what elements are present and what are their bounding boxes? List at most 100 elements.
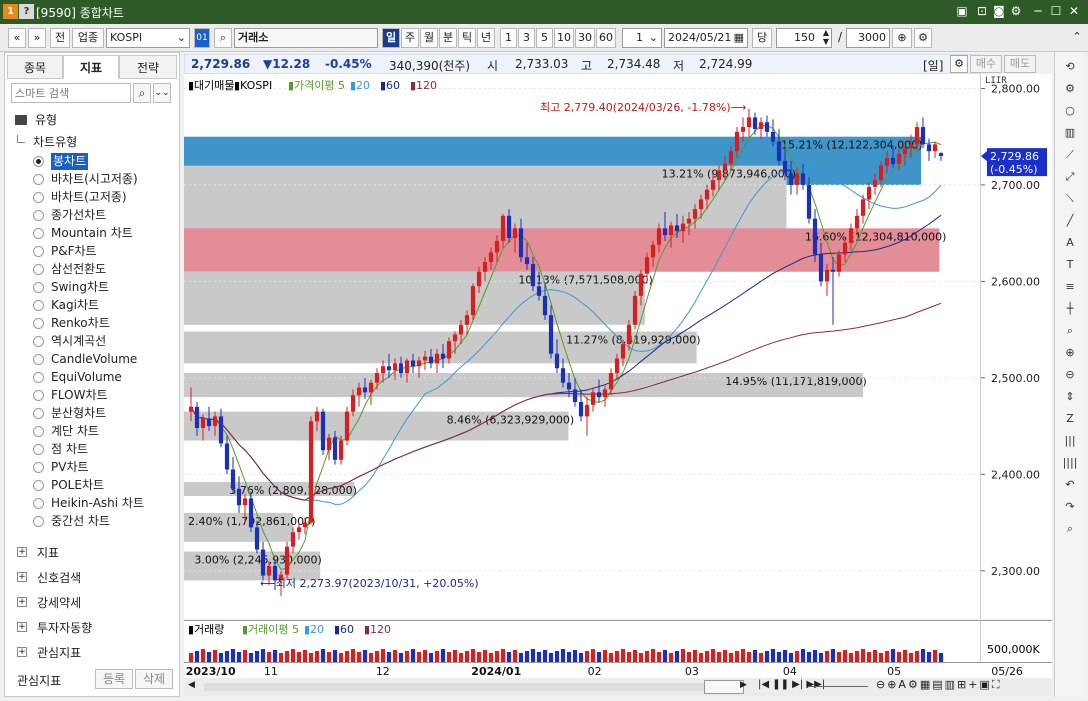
- chart-type-item[interactable]: 삼선전환도: [51, 261, 106, 278]
- chart-type-item[interactable]: 종가선차트: [51, 207, 106, 224]
- tab-indicator[interactable]: 지표: [63, 55, 119, 79]
- all-icon[interactable]: ≡: [1059, 278, 1081, 296]
- candle-body[interactable]: [578, 401, 584, 417]
- tab-strategy[interactable]: 전략: [119, 55, 177, 79]
- candle-body[interactable]: [902, 148, 908, 155]
- circle-icon[interactable]: ○: [1059, 102, 1081, 120]
- candle-body[interactable]: [410, 360, 416, 367]
- chart-type-radio[interactable]: [33, 228, 44, 239]
- candle-body[interactable]: [806, 184, 812, 219]
- scroll-right-icon[interactable]: ▶: [740, 680, 752, 694]
- candle-body[interactable]: [704, 189, 710, 200]
- text-icon[interactable]: T: [1059, 256, 1081, 274]
- section-item[interactable]: 지표: [37, 544, 59, 561]
- candle-body[interactable]: [734, 131, 740, 152]
- candle-body[interactable]: [224, 443, 230, 470]
- maximize-icon[interactable]: ☐: [1048, 3, 1064, 19]
- nav-next-button[interactable]: »: [28, 28, 46, 48]
- chart-type-item[interactable]: EquiVolume: [51, 369, 122, 386]
- interval-60-button[interactable]: 60: [596, 28, 616, 48]
- candle-body[interactable]: [830, 269, 836, 272]
- zoom-search-icon[interactable]: ⊕: [892, 28, 912, 48]
- chart-type-radio[interactable]: [33, 372, 44, 383]
- interval-5-button[interactable]: 5: [536, 28, 553, 48]
- price-chart[interactable]: 15.21% (12,122,304,000) 13.21% (9,873,946…: [184, 74, 980, 619]
- candle-body[interactable]: [926, 144, 932, 152]
- gear-icon[interactable]: ⚙: [1059, 80, 1081, 98]
- chart-type-radio[interactable]: [33, 462, 44, 473]
- candle-body[interactable]: [440, 353, 446, 359]
- candle-body[interactable]: [350, 395, 356, 412]
- candle-body[interactable]: [530, 264, 536, 287]
- total-count-field[interactable]: 3000: [846, 28, 890, 48]
- candle-body[interactable]: [374, 373, 380, 383]
- candle-body[interactable]: [302, 522, 308, 528]
- chart-type-radio[interactable]: [33, 282, 44, 293]
- candle-body[interactable]: [596, 392, 602, 398]
- view-count-stepper[interactable]: 150 ▲ ▼: [776, 28, 832, 48]
- line-tool-icon[interactable]: ⟋: [1059, 146, 1081, 164]
- period-week-button[interactable]: 주: [401, 28, 419, 48]
- chart-type-item[interactable]: 계단 차트: [51, 423, 99, 440]
- candle-body[interactable]: [770, 131, 776, 142]
- period-month-button[interactable]: 월: [420, 28, 438, 48]
- chart-type-radio[interactable]: [33, 408, 44, 419]
- chart-icon[interactable]: ▥: [1059, 124, 1081, 142]
- candle-body[interactable]: [614, 358, 620, 374]
- candle-body[interactable]: [758, 122, 764, 129]
- code-badge[interactable]: 01: [194, 28, 210, 48]
- candle-body[interactable]: [284, 546, 290, 575]
- expand-plus-icon[interactable]: +: [17, 647, 27, 657]
- candle-body[interactable]: [554, 353, 560, 369]
- tab-stock[interactable]: 종목: [7, 55, 63, 79]
- candle-body[interactable]: [248, 498, 254, 528]
- chart-type-radio[interactable]: [33, 246, 44, 257]
- candle-body[interactable]: [848, 228, 854, 243]
- interval-10-button[interactable]: 10: [554, 28, 574, 48]
- chart-type-item[interactable]: PV차트: [51, 459, 89, 476]
- chart-type-item[interactable]: FLOW차트: [51, 387, 108, 404]
- price-axis[interactable]: LIIR 2,800.00 2,700.00 2,600.00 2,500.00 2,40…: [980, 74, 1052, 619]
- candle-body[interactable]: [836, 254, 842, 272]
- playback-controls[interactable]: |◀ ❚❚ ▶| ▶▶|: [758, 679, 825, 690]
- candle-body[interactable]: [542, 295, 548, 316]
- redo-icon[interactable]: ↷: [1059, 498, 1081, 516]
- candle-body[interactable]: [524, 257, 530, 265]
- z-icon[interactable]: Z: [1059, 410, 1081, 428]
- chart-type-item[interactable]: Swing차트: [51, 279, 109, 296]
- candle-body[interactable]: [386, 366, 392, 371]
- candle-body[interactable]: [200, 418, 206, 429]
- candle-body[interactable]: [488, 252, 494, 263]
- candle-body[interactable]: [422, 356, 428, 361]
- group-title[interactable]: 유형: [35, 111, 57, 128]
- candle-body[interactable]: [230, 469, 236, 489]
- auto-icon[interactable]: A: [1059, 234, 1081, 252]
- candle-body[interactable]: [434, 353, 440, 364]
- candle-body[interactable]: [860, 199, 866, 216]
- candle-body[interactable]: [722, 163, 728, 171]
- candle-body[interactable]: [548, 315, 554, 354]
- candle-body[interactable]: [362, 387, 368, 393]
- expand-down-icon[interactable]: ⌄⌄: [153, 83, 171, 103]
- chart-type-item[interactable]: 바차트(시고저종): [51, 171, 138, 188]
- scrollbar-thumb[interactable]: [704, 680, 744, 694]
- candle-body[interactable]: [890, 157, 896, 164]
- interval-1-button[interactable]: 1: [500, 28, 517, 48]
- refresh-icon[interactable]: ⟲: [1059, 58, 1081, 76]
- stepper-arrows-icon[interactable]: ▲ ▼: [823, 28, 829, 46]
- candle-body[interactable]: [908, 144, 914, 149]
- camera-icon[interactable]: ◙: [991, 3, 1007, 19]
- candle-body[interactable]: [206, 418, 212, 427]
- candle-body[interactable]: [776, 141, 782, 161]
- chart-type-radio[interactable]: [33, 480, 44, 491]
- chart-type-radio[interactable]: [33, 498, 44, 509]
- chart-type-item[interactable]: Heikin-Ashi 차트: [51, 495, 144, 512]
- candle-body[interactable]: [914, 127, 920, 145]
- candle-body[interactable]: [536, 286, 542, 296]
- candle-body[interactable]: [842, 242, 848, 255]
- candle-body[interactable]: [476, 271, 482, 287]
- candle-body[interactable]: [788, 173, 794, 185]
- candle-body[interactable]: [332, 437, 338, 460]
- chart-type-item[interactable]: 역시계곡선: [51, 333, 106, 350]
- candle-body[interactable]: [896, 154, 902, 164]
